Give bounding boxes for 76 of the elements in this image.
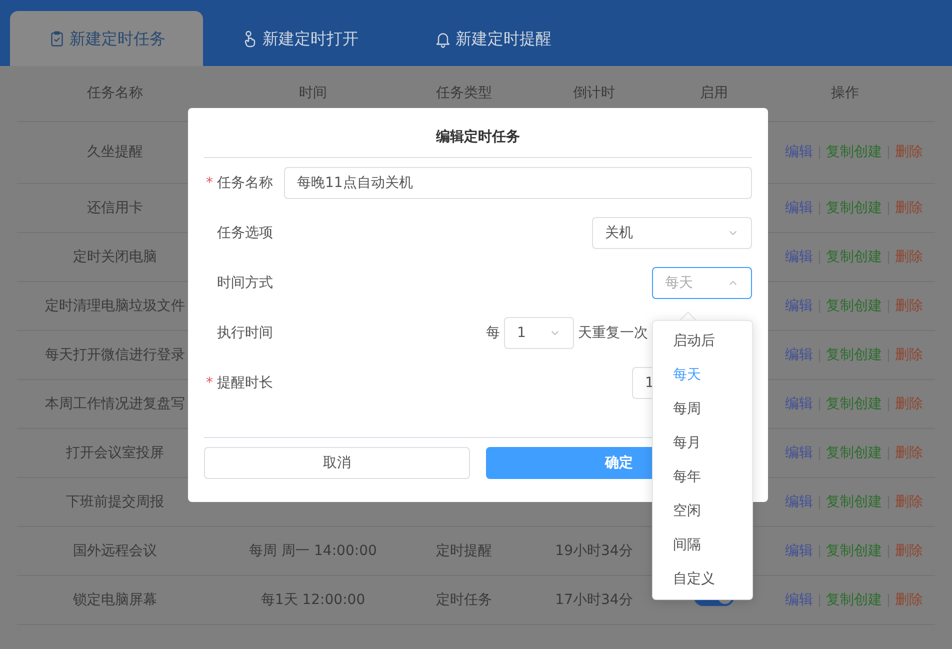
dropdown-option[interactable]: 自定义 (653, 562, 752, 596)
delete-link[interactable]: 删除 (895, 344, 923, 366)
edit-link[interactable]: 编辑 (785, 246, 813, 268)
delete-link[interactable]: 删除 (895, 492, 923, 512)
edit-link[interactable]: 编辑 (785, 540, 813, 562)
copy-link[interactable]: 复制创建 (826, 344, 882, 366)
table-cell: 定时清理电脑垃圾文件 (45, 298, 185, 314)
text-field[interactable]: 每晚11点自动关机 (284, 167, 752, 199)
table-cell: 每1天 12:00:00 (260, 592, 366, 608)
column-header: 时间 (299, 85, 327, 101)
copy-link[interactable]: 复制创建 (826, 540, 882, 562)
dropdown-option[interactable]: 空闲 (653, 494, 752, 528)
table-cell: 每周 周一 14:00:00 (249, 542, 377, 558)
copy-link[interactable]: 复制创建 (826, 198, 882, 218)
delete-link[interactable]: 删除 (895, 198, 923, 218)
table-cell: 久坐提醒 (87, 144, 143, 160)
edit-link[interactable]: 编辑 (785, 590, 813, 610)
edit-link[interactable]: 编辑 (785, 198, 813, 218)
edit-link[interactable]: 编辑 (785, 394, 813, 414)
copy-link[interactable]: 复制创建 (826, 296, 882, 316)
delete-link[interactable]: 删除 (895, 590, 923, 610)
field-label: 任务名称 (217, 174, 273, 190)
column-header: 倒计时 (573, 85, 615, 101)
field-label: 任务选项 (217, 224, 273, 240)
required-mark: * (206, 174, 213, 192)
delete-link[interactable]: 删除 (895, 442, 923, 464)
dropdown-option[interactable]: 间隔 (653, 528, 752, 562)
field-label: 执行时间 (217, 324, 273, 340)
table-cell: 每天打开微信进行登录 (45, 346, 185, 362)
table-cell: 还信用卡 (87, 200, 143, 216)
delete-link[interactable]: 删除 (895, 246, 923, 268)
field-suffix: 天重复一次 (578, 324, 648, 342)
select-field[interactable]: 1 (504, 317, 574, 349)
delete-link[interactable]: 删除 (895, 540, 923, 562)
select-field[interactable]: 关机 (592, 217, 752, 249)
column-header: 任务名称 (87, 85, 143, 101)
table-cell: 定时关闭电脑 (73, 248, 157, 264)
tab[interactable]: 新建定时任务 (10, 11, 203, 66)
delete-link[interactable]: 删除 (895, 142, 923, 163)
dropdown-option[interactable]: 每天 (653, 358, 752, 392)
table-cell: 定时提醒 (436, 542, 492, 558)
copy-link[interactable]: 复制创建 (826, 142, 882, 163)
dropdown-option[interactable]: 启动后 (653, 324, 752, 358)
cancel-button[interactable]: 取消 (204, 447, 470, 479)
column-header: 启用 (700, 85, 728, 101)
required-mark: * (206, 374, 213, 392)
delete-link[interactable]: 删除 (895, 394, 923, 414)
column-header: 操作 (831, 85, 859, 101)
edit-link[interactable]: 编辑 (785, 344, 813, 366)
field-prefix: 每 (486, 324, 500, 342)
copy-link[interactable]: 复制创建 (826, 394, 882, 414)
table-cell: 本周工作情况进复盘写 (45, 396, 185, 412)
dropdown-option[interactable]: 每周 (653, 392, 752, 426)
table-cell: 下班前提交周报 (66, 494, 164, 510)
table-cell: 定时任务 (436, 592, 492, 608)
edit-link[interactable]: 编辑 (785, 142, 813, 163)
copy-link[interactable]: 复制创建 (826, 246, 882, 268)
field-label: 提醒时长 (217, 374, 273, 390)
tab[interactable]: 新建定时提醒 (396, 11, 589, 66)
edit-link[interactable]: 编辑 (785, 442, 813, 464)
tab[interactable]: 新建定时打开 (203, 11, 396, 66)
copy-link[interactable]: 复制创建 (826, 590, 882, 610)
copy-link[interactable]: 复制创建 (826, 442, 882, 464)
edit-link[interactable]: 编辑 (785, 296, 813, 316)
select-field[interactable]: 每天 (652, 267, 752, 299)
dialog-title: 编辑定时任务 (436, 129, 520, 145)
delete-link[interactable]: 删除 (895, 296, 923, 316)
table-cell: 锁定电脑屏幕 (73, 592, 157, 608)
table-cell: 17小时34分 (555, 592, 633, 608)
column-header: 任务类型 (436, 85, 492, 101)
table-cell: 19小时34分 (555, 542, 633, 558)
table-cell: 打开会议室投屏 (66, 444, 164, 460)
copy-link[interactable]: 复制创建 (826, 492, 882, 512)
edit-link[interactable]: 编辑 (785, 492, 813, 512)
field-label: 时间方式 (217, 274, 273, 290)
table-cell: 国外远程会议 (73, 542, 157, 558)
